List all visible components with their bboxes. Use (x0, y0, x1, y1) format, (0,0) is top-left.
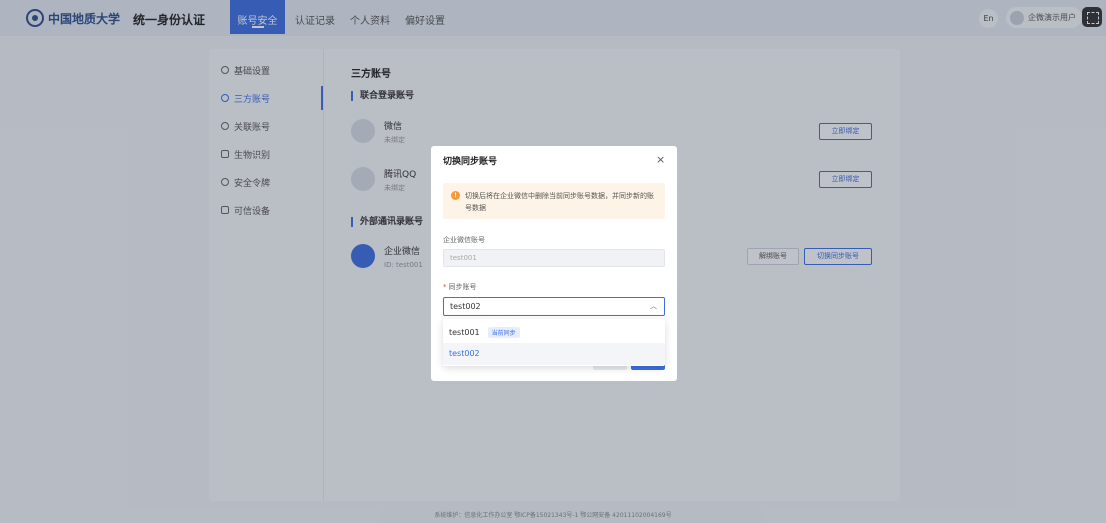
option-label: test001 (449, 328, 480, 337)
close-icon[interactable]: × (656, 153, 665, 166)
sync-account-select[interactable]: test002 ︿ (443, 297, 665, 316)
sync-account-label: * 同步账号 (443, 282, 477, 292)
dialog-title: 切换同步账号 (443, 157, 498, 167)
warning-icon: ! (451, 191, 460, 200)
warning-notice: ! 切换后将在企业微信中删除当前同步账号数据，并同步新的账号数据 (443, 183, 665, 219)
dropdown-option-test002[interactable]: test002 (443, 343, 665, 365)
dropdown-option-test001[interactable]: test001 当前同步 (443, 321, 665, 343)
sync-account-label-text: 同步账号 (448, 283, 477, 291)
current-sync-badge: 当前同步 (487, 327, 520, 338)
option-label: test002 (449, 349, 480, 358)
required-marker: * (443, 283, 447, 291)
wecom-account-field: test001 (443, 249, 665, 267)
switch-sync-account-dialog: 切换同步账号 × ! 切换后将在企业微信中删除当前同步账号数据，并同步新的账号数… (431, 146, 677, 381)
wecom-account-label: 企业微信账号 (443, 236, 485, 244)
sync-account-dropdown: test001 当前同步 test002 (443, 319, 665, 366)
warning-text: 切换后将在企业微信中删除当前同步账号数据，并同步新的账号数据 (465, 192, 654, 212)
select-value: test002 (450, 302, 481, 311)
chevron-up-icon: ︿ (650, 302, 657, 310)
